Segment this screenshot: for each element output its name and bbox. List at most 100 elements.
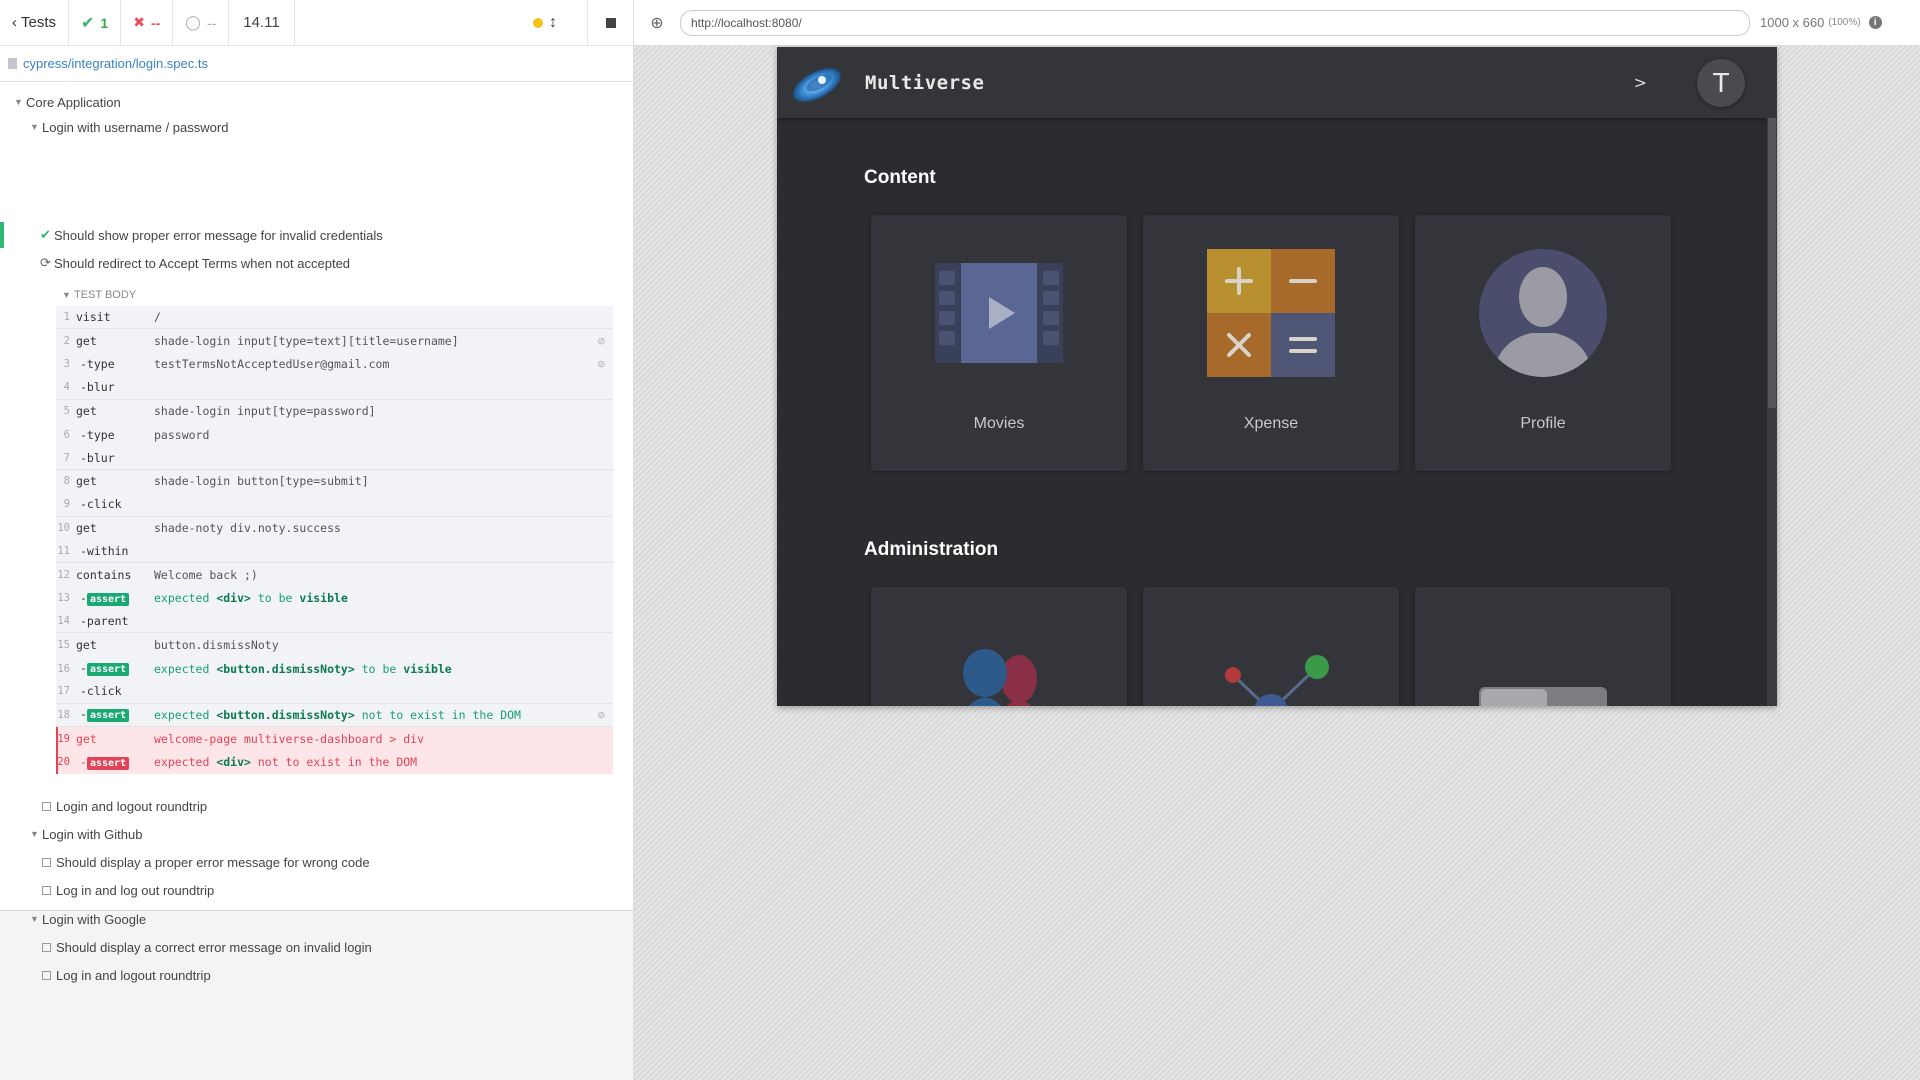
- multiverse-logo-icon[interactable]: [789, 55, 845, 111]
- passed-value: 1: [100, 14, 109, 31]
- command-row[interactable]: 13- assert expected <div> to be visible: [56, 586, 613, 611]
- test-google-roundtrip[interactable]: Log in and logout roundtrip: [0, 964, 633, 986]
- command-row[interactable]: 14 -parent: [56, 610, 613, 634]
- command-message: shade-noty div.noty.success: [154, 521, 341, 536]
- back-label: Tests: [21, 14, 57, 31]
- command-message: shade-login input[type=text][title=usern…: [154, 334, 459, 349]
- test-body-header[interactable]: ▼ TEST BODY: [0, 284, 633, 306]
- viewport-info: 1000 x 660 (100%) i: [1760, 15, 1882, 30]
- pending-count[interactable]: ◯ --: [173, 0, 230, 45]
- passed-count[interactable]: ✔ 1: [69, 0, 122, 45]
- command-dash: -: [80, 754, 87, 769]
- command-name: - assert: [76, 755, 154, 770]
- command-row[interactable]: 11 -within: [56, 539, 613, 564]
- x-icon: ✖: [133, 14, 145, 30]
- user-avatar[interactable]: T: [1697, 58, 1745, 107]
- test-title: Should display a correct error message o…: [56, 939, 372, 955]
- command-row[interactable]: 4 -blur: [56, 376, 613, 400]
- app-scrollbar[interactable]: [1767, 118, 1777, 706]
- command-row[interactable]: 18- assert expected <button.dismissNoty> n…: [56, 703, 613, 728]
- test-redirect-accept-terms[interactable]: ⟳ Should redirect to Accept Terms when n…: [0, 252, 633, 274]
- suite-login-password[interactable]: ▼ Login with username / password: [0, 116, 633, 138]
- command-number: 5: [63, 405, 70, 418]
- test-gh-roundtrip[interactable]: Log in and log out roundtrip: [0, 879, 633, 901]
- command-row[interactable]: 8 get shade-login button[type=submit]: [56, 469, 613, 494]
- eye-slash-icon[interactable]: ⊘: [598, 334, 605, 348]
- test-body-label: TEST BODY: [74, 289, 137, 301]
- message-part: expected: [154, 661, 217, 676]
- message-part: <button.dismissNoty>: [216, 661, 355, 676]
- command-row[interactable]: 6 -type password: [56, 422, 613, 447]
- command-dash: -: [80, 661, 87, 676]
- auto-scroll-toggle-icon[interactable]: ↕: [549, 14, 557, 32]
- reporter-toolbar: ‹ Tests ✔ 1 ✖ -- ◯ -- 14.11 ↕: [0, 0, 633, 46]
- command-message: button.dismissNoty: [154, 638, 279, 653]
- selector-playground-button[interactable]: ⊕: [634, 0, 680, 46]
- info-icon[interactable]: i: [1868, 16, 1882, 29]
- command-row[interactable]: 10 get shade-noty div.noty.success: [56, 516, 613, 540]
- command-number: 2: [63, 335, 70, 348]
- card-admin-settings[interactable]: [1415, 587, 1671, 706]
- command-row[interactable]: 2 get shade-login input[type=text][title=u…: [56, 329, 613, 353]
- card-admin-users[interactable]: [871, 587, 1127, 706]
- film-play-icon: [935, 263, 1063, 363]
- command-number: 17: [57, 685, 70, 698]
- failed-count[interactable]: ✖ --: [121, 0, 174, 45]
- menu-chevron-icon[interactable]: >: [1634, 73, 1647, 92]
- card-label: Xpense: [1243, 415, 1299, 432]
- assert-badge: assert: [86, 756, 130, 770]
- eye-slash-icon[interactable]: ⊘: [598, 357, 605, 371]
- command-row[interactable]: 16- assert expected <button.dismissNoty> t…: [56, 656, 613, 681]
- caret-down-icon: ▼: [14, 97, 23, 107]
- scrollbar-thumb[interactable]: [1768, 118, 1776, 408]
- suite-login-google[interactable]: ▼ Login with Google: [0, 908, 633, 930]
- test-title: Should redirect to Accept Terms when not…: [54, 255, 351, 271]
- spec-file-link[interactable]: cypress/integration/login.spec.ts: [23, 56, 208, 71]
- command-dash: -: [80, 590, 87, 605]
- command-name: -blur: [80, 450, 115, 465]
- chevron-left-icon: ‹: [12, 14, 17, 31]
- message-part: to be: [354, 661, 404, 676]
- running-indicator-icon: [533, 17, 543, 28]
- command-number: 15: [57, 639, 70, 652]
- eye-slash-icon[interactable]: ⊘: [598, 708, 605, 722]
- command-row[interactable]: 15 get button.dismissNoty: [56, 633, 613, 657]
- command-row[interactable]: 12 contains Welcome back ;): [56, 563, 613, 587]
- command-row[interactable]: 7 -blur: [56, 446, 613, 470]
- pending-value: --: [206, 14, 217, 31]
- stop-button[interactable]: [587, 0, 633, 46]
- command-row[interactable]: 5 get shade-login input[type=password]: [56, 399, 613, 423]
- app-header: Multiverse > T: [777, 47, 1777, 118]
- users-icon: [963, 649, 1037, 706]
- url-bar[interactable]: http://localhost:8080/: [680, 9, 1750, 36]
- stop-icon: [605, 17, 616, 28]
- message-part: expected: [154, 755, 217, 770]
- card-admin-network[interactable]: [1143, 587, 1399, 706]
- test-gh-wrong-code[interactable]: Should display a proper error message fo…: [0, 851, 633, 873]
- command-name: -click: [80, 684, 122, 699]
- assert-badge: assert: [86, 592, 130, 606]
- command-row[interactable]: 1 visit /: [56, 306, 613, 330]
- suite-login-github[interactable]: ▼ Login with Github: [0, 823, 633, 845]
- command-row[interactable]: 3 -type testTermsNotAcceptedUser@gmail.com…: [56, 352, 613, 377]
- message-part: expected: [154, 707, 217, 722]
- test-invalid-credentials[interactable]: ✔ Should show proper error message for i…: [0, 224, 633, 246]
- app-title: Multiverse: [865, 71, 985, 94]
- command-row[interactable]: 17 -click: [56, 680, 613, 704]
- card-profile[interactable]: Profile: [1415, 215, 1671, 471]
- command-number: 12: [57, 568, 70, 581]
- command-message: expected <button.dismissNoty> to be visi…: [154, 662, 452, 676]
- calculator-icon: [1207, 249, 1335, 377]
- command-dash: -: [80, 707, 87, 722]
- command-row[interactable]: 9 -click: [56, 493, 613, 517]
- command-row[interactable]: 19 get welcome-page multiverse-dashboard >…: [56, 727, 613, 751]
- card-movies[interactable]: Movies: [871, 215, 1127, 471]
- suite-core-application[interactable]: ▼ Core Application: [0, 91, 633, 113]
- command-name: -within: [80, 544, 129, 559]
- command-row[interactable]: 20- assert expected <div> not to exist in …: [56, 750, 613, 775]
- command-message: Welcome back ;): [154, 567, 258, 582]
- test-login-logout-roundtrip[interactable]: Login and logout roundtrip: [0, 795, 633, 817]
- card-xpense[interactable]: Xpense: [1143, 215, 1399, 471]
- back-to-tests-button[interactable]: ‹ Tests: [0, 0, 70, 45]
- test-google-invalid-login[interactable]: Should display a correct error message o…: [0, 936, 633, 958]
